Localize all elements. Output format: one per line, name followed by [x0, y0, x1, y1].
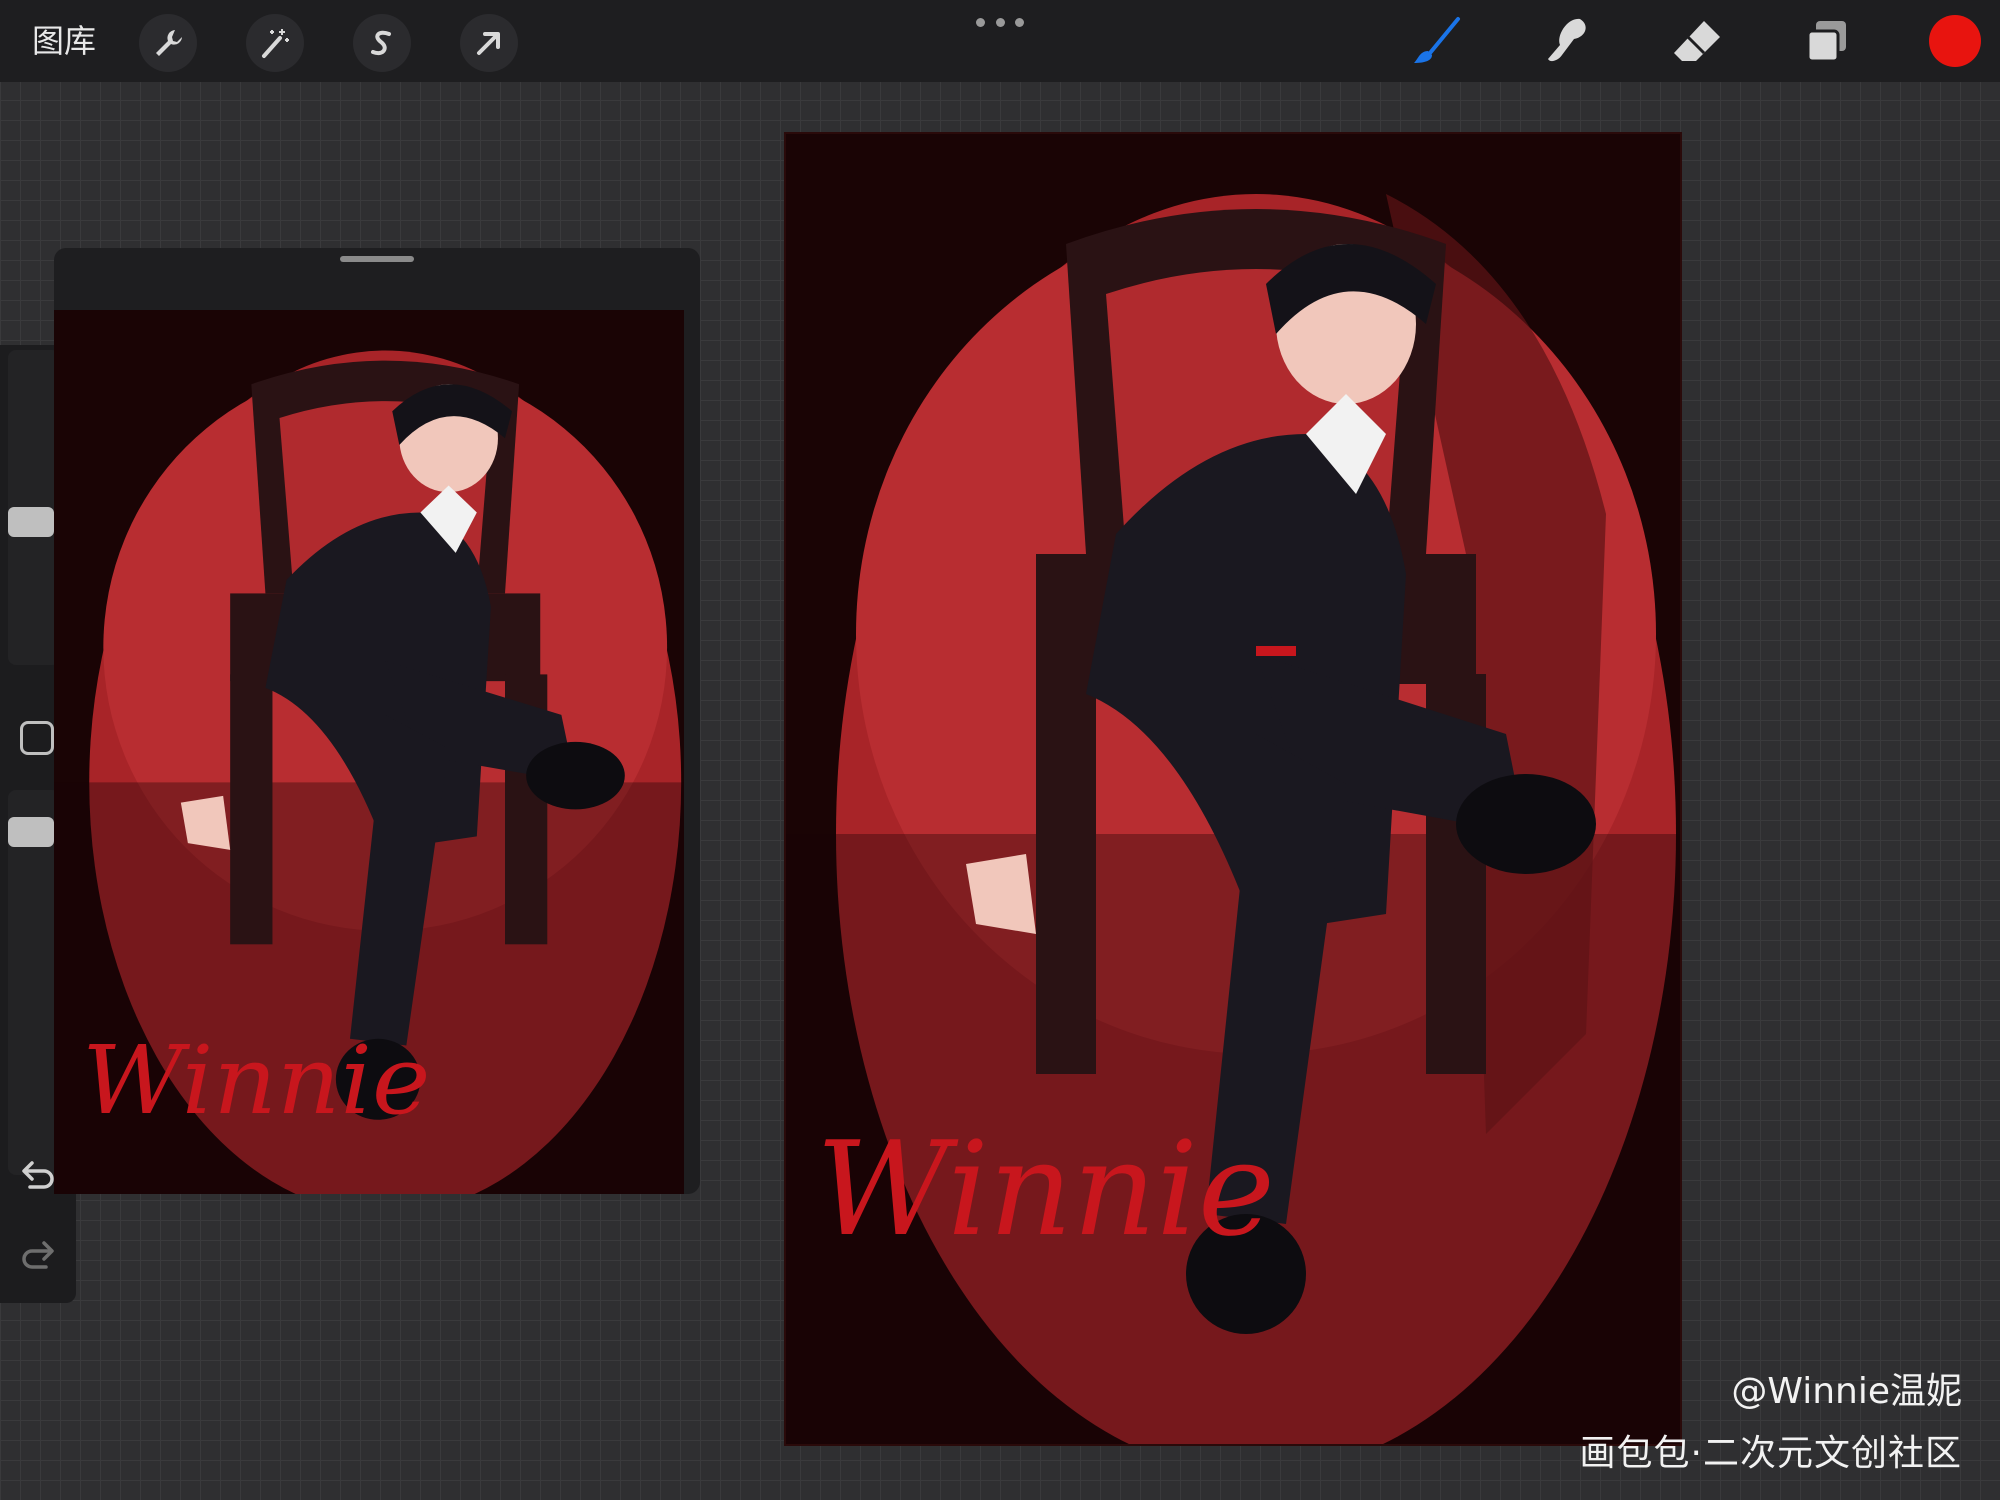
undo-icon[interactable]: [18, 1157, 58, 1197]
layers-icon: [1806, 21, 1846, 63]
brush-size-thumb[interactable]: [8, 507, 54, 537]
top-toolbar: 图库: [0, 0, 2000, 82]
smudge-button[interactable]: [1535, 10, 1599, 74]
ellipsis-icon[interactable]: [976, 12, 1024, 32]
reference-signature: Winnie: [82, 1025, 430, 1136]
drawing-canvas[interactable]: Winnie: [786, 134, 1680, 1444]
reference-drag-handle[interactable]: [340, 256, 414, 262]
color-picker-button[interactable]: [1929, 15, 1981, 67]
reference-window[interactable]: Winnie: [54, 248, 700, 1194]
selection-s-icon: [371, 30, 391, 55]
wrench-icon: [156, 30, 182, 56]
layers-button[interactable]: [1795, 10, 1859, 74]
reference-artwork: Winnie: [54, 310, 684, 1194]
brush-icon: [1414, 17, 1460, 63]
selection-button[interactable]: [353, 14, 411, 72]
actions-button[interactable]: [139, 14, 197, 72]
transform-button[interactable]: [460, 14, 518, 72]
adjustments-button[interactable]: [246, 14, 304, 72]
gallery-button[interactable]: 图库: [32, 19, 96, 63]
eraser-button[interactable]: [1665, 10, 1729, 74]
watermark-site: 画包包·二次元文创社区: [1579, 1433, 1962, 1474]
canvas-signature: Winnie: [816, 1113, 1275, 1265]
artwork-illustration: Winnie: [786, 134, 1680, 1444]
smudge-icon: [1548, 18, 1586, 62]
redo-icon[interactable]: [18, 1237, 58, 1277]
opacity-slider[interactable]: [8, 790, 60, 1175]
opacity-thumb[interactable]: [8, 817, 54, 847]
magic-wand-icon: [262, 29, 289, 58]
brush-button[interactable]: [1405, 10, 1469, 74]
eraser-icon: [1674, 21, 1720, 61]
reference-image: Winnie: [54, 310, 684, 1194]
watermark-author: @Winnie温妮: [1731, 1371, 1962, 1412]
move-arrow-icon: [477, 32, 500, 55]
canvas-artwork[interactable]: Winnie: [786, 134, 1680, 1444]
square-icon[interactable]: [20, 721, 54, 755]
